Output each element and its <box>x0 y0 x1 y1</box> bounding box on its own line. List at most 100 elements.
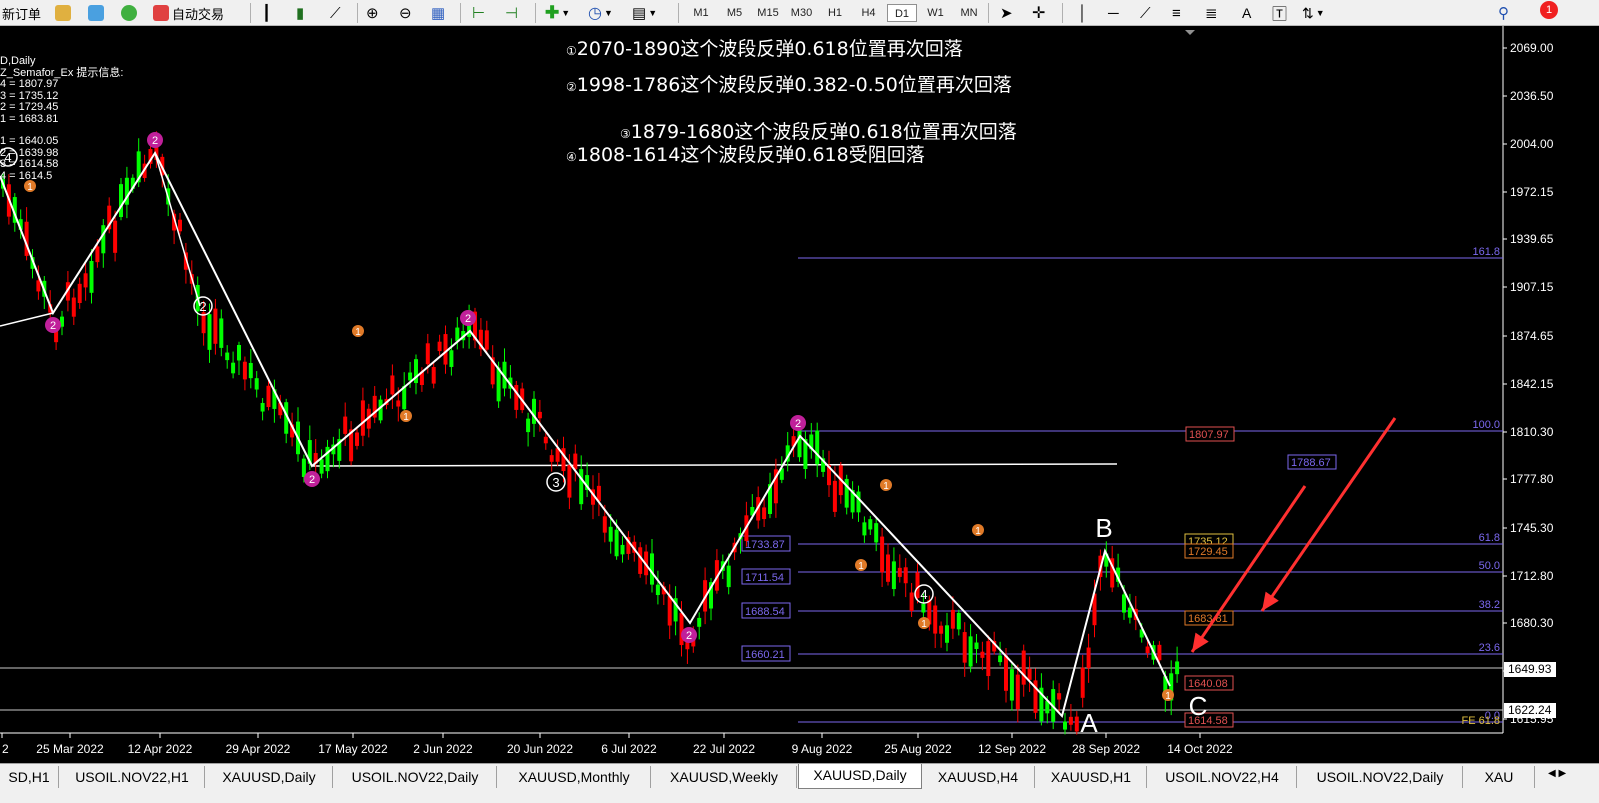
trendline-tool[interactable]: ⟋ <box>1140 0 1151 26</box>
tester-icon <box>88 5 104 21</box>
strategy-tester-button[interactable] <box>88 0 104 26</box>
toolbar-separator <box>678 3 679 23</box>
candle-body <box>360 400 365 436</box>
new-order-button[interactable]: 新订单 <box>2 0 41 26</box>
autotrading-button[interactable]: 自动交易 <box>153 0 224 26</box>
toolbar-separator <box>357 3 358 23</box>
horizontal-line <box>312 463 1118 467</box>
candle-body <box>880 536 885 573</box>
text-tool[interactable]: A <box>1242 0 1251 26</box>
tile-windows-button[interactable]: ▦ <box>431 0 445 26</box>
info-line: 4 = 1807.97 <box>0 78 59 90</box>
chart-tab-bar: SD,H1 USOIL.NOV22,H1 XAUUSD,Daily USOIL.NOV… <box>0 763 1599 803</box>
templates-button[interactable]: ▤ ▼ <box>632 0 657 26</box>
fibonacci-icon: ≣ <box>1205 5 1218 22</box>
timeframe-m1[interactable]: M1 <box>686 4 716 22</box>
price-box-label: 1788.67 <box>1291 457 1331 469</box>
candle-body <box>1004 655 1008 691</box>
price-label: 1810.30 <box>1510 425 1554 439</box>
history-center-button[interactable] <box>55 0 71 26</box>
cursor-tool[interactable]: ➤ <box>1000 0 1013 26</box>
chart-tab[interactable]: XAUUSD,Daily <box>206 766 333 788</box>
red-arrow-head <box>1262 591 1279 611</box>
channel-tool[interactable]: ≡ <box>1172 0 1181 26</box>
line-price-label: 1622.24 <box>1508 703 1552 717</box>
candle-body <box>697 617 702 627</box>
zoom-in-button[interactable]: ⊕ <box>366 0 379 26</box>
semafor-label: 2 <box>465 313 471 325</box>
info-line: 1 = 1683.81 <box>0 112 59 125</box>
price-label: 1907.15 <box>1510 280 1554 294</box>
timeframe-w1[interactable]: W1 <box>921 4 951 22</box>
text-tool-label: A <box>1242 5 1252 21</box>
chart-tab[interactable]: USOIL.NOV22,H1 <box>60 766 205 788</box>
fibonacci-tool[interactable]: ≣ <box>1205 0 1218 26</box>
notification-count: 1 <box>1545 4 1553 16</box>
autoscroll-button[interactable]: ⊣ <box>505 0 518 26</box>
annotation-1: ①2070-1890这个波段反弹0.618位置再次回落 <box>566 34 963 61</box>
chart-tab[interactable]: XAU <box>1464 766 1535 788</box>
info-line: 4 = 1614.5 <box>0 169 53 182</box>
semafor-label: 1 <box>975 526 981 537</box>
candle-body <box>378 399 383 421</box>
zigzag-line[interactable] <box>0 150 1171 719</box>
chart-tab[interactable]: XAUUSD,Monthly <box>498 766 651 788</box>
arrows-tool[interactable]: ⇅ ▼ <box>1302 0 1325 26</box>
tab-scroll-arrows[interactable]: ◀ ▶ <box>1548 768 1566 779</box>
chart-shift-button[interactable]: ⊢ <box>472 0 485 26</box>
zigzag-line[interactable] <box>0 312 54 327</box>
timeframe-m5[interactable]: M5 <box>720 4 750 22</box>
vertical-line-icon: │ <box>1078 4 1088 22</box>
red-arrow-head <box>1192 632 1209 652</box>
timeframe-m30[interactable]: M30 <box>787 4 817 22</box>
timeframe-mn[interactable]: MN <box>954 4 984 22</box>
chart-tab[interactable]: XAUUSD,H4 <box>922 766 1035 788</box>
candle-body <box>178 219 182 232</box>
date-label: 2 <box>2 742 9 756</box>
candle-body <box>36 280 41 292</box>
candle-body <box>980 651 985 658</box>
chart-tab[interactable]: USOIL.NOV22,Daily <box>1298 766 1463 788</box>
chart-tab[interactable]: USOIL.NOV22,H4 <box>1148 766 1297 788</box>
date-label: 2 Jun 2022 <box>413 742 473 756</box>
bar-chart-button[interactable]: ┃ <box>262 0 271 26</box>
vertical-line-tool[interactable]: │ <box>1078 0 1087 26</box>
candle-body <box>1122 594 1126 613</box>
wave-circle-label: 2 <box>199 299 206 314</box>
chart-tab[interactable]: XAUUSD,H1 <box>1036 766 1147 788</box>
text-label-tool[interactable]: 🅃 <box>1272 0 1287 26</box>
chart-tab[interactable]: USOIL.NOV22,Daily <box>334 766 497 788</box>
search-button[interactable]: ⚲ <box>1498 0 1509 26</box>
horizontal-line-tool[interactable]: ─ <box>1108 0 1119 26</box>
date-label: 9 Aug 2022 <box>792 742 853 756</box>
candle-body <box>797 429 802 458</box>
timeframe-h4[interactable]: H4 <box>854 4 884 22</box>
line-chart-icon: ⟋ <box>330 4 341 22</box>
candle-body <box>71 297 76 317</box>
crosshair-tool[interactable]: ✛ <box>1032 0 1045 26</box>
signals-button[interactable] <box>121 0 137 26</box>
fib-price-label: 1660.21 <box>745 649 785 661</box>
candle-body <box>301 458 306 477</box>
candle-body <box>968 636 973 667</box>
periods-button[interactable]: ◷ ▼ <box>588 0 613 26</box>
timeframe-h1[interactable]: H1 <box>820 4 850 22</box>
chart-tab[interactable]: SD,H1 <box>0 766 59 788</box>
price-chart[interactable]: 2069.00 2036.50 2004.00 1972.15 1939.65 1907.… <box>0 26 1599 763</box>
candlestick-button[interactable]: ▮ <box>296 0 304 26</box>
candle-body <box>431 367 436 384</box>
timeframe-m15[interactable]: M15 <box>753 4 783 22</box>
timeframe-d1[interactable]: D1 <box>887 4 917 22</box>
notification-badge[interactable]: 1 <box>1540 1 1558 19</box>
candle-body <box>343 416 348 434</box>
indicators-button[interactable]: ✚ ▼ <box>545 0 570 26</box>
zoom-out-button[interactable]: ⊖ <box>399 0 412 26</box>
red-arrow-shaft <box>1190 485 1307 653</box>
toolbar-separator <box>250 3 251 23</box>
chart-tab[interactable]: XAUUSD,Weekly <box>652 766 797 788</box>
candle-body <box>449 350 454 367</box>
line-chart-button[interactable]: ⟋ <box>330 0 341 26</box>
candle-body <box>543 436 548 444</box>
candle-body <box>939 625 944 634</box>
chart-tab[interactable]: XAUUSD,Daily <box>798 764 922 789</box>
